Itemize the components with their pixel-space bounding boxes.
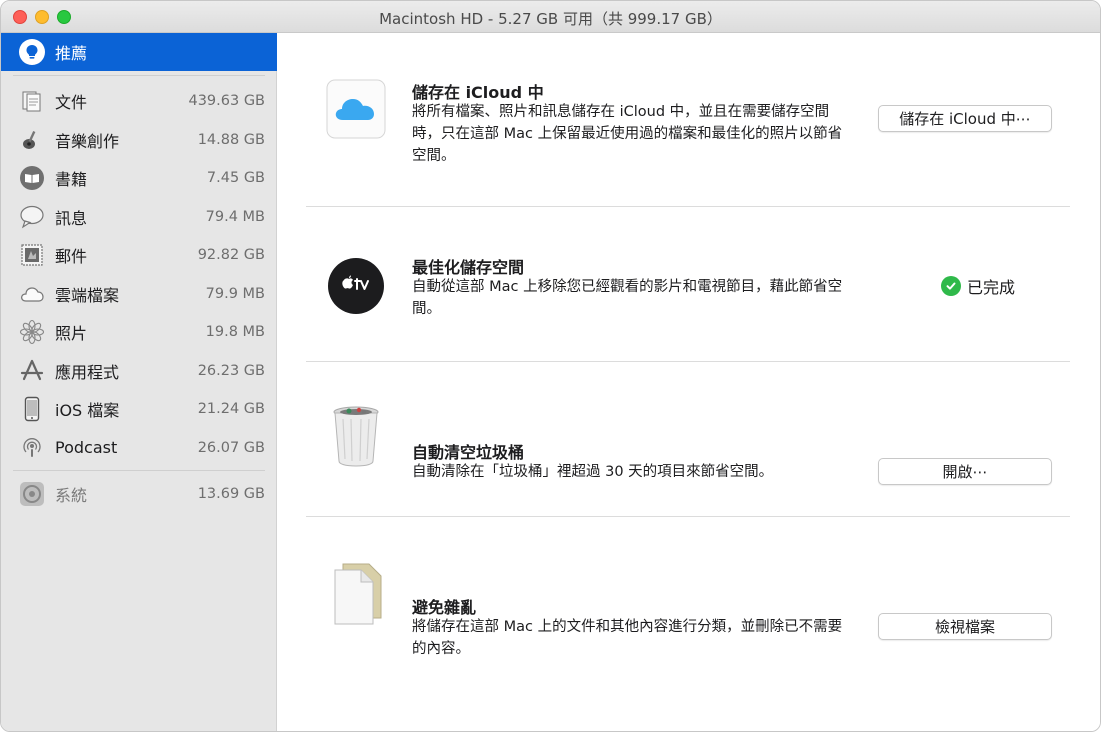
photos-flower-icon (19, 319, 45, 345)
review-files-button[interactable]: 檢視檔案 (878, 613, 1052, 640)
sidebar-item-label: 郵件 (55, 247, 88, 267)
sidebar: 推薦 文件 439.63 GB 音樂創作 14.88 GB 書籍 7.45 GB… (1, 33, 277, 731)
sidebar-item-label: 推薦 (55, 44, 88, 63)
book-icon (19, 165, 45, 191)
sidebar-item-mail[interactable]: 郵件 92.82 GB (1, 236, 277, 275)
sidebar-item-label: 音樂創作 (55, 131, 120, 151)
sidebar-item-messages[interactable]: 訊息 79.4 MB (1, 198, 277, 237)
row-divider (306, 516, 1070, 517)
sidebar-item-cloud-files[interactable]: 雲端檔案 79.9 MB (1, 275, 277, 314)
podcast-icon (19, 435, 45, 461)
recommendation-description: 將所有檔案、照片和訊息儲存在 iCloud 中，並且在需要儲存空間時，只在這部 … (412, 104, 843, 164)
sidebar-item-books[interactable]: 書籍 7.45 GB (1, 159, 277, 198)
lightbulb-icon (19, 39, 45, 65)
recommendations-pane: 儲存在 iCloud 中 將所有檔案、照片和訊息儲存在 iCloud 中，並且在… (278, 33, 1100, 731)
row-divider (306, 206, 1070, 207)
sidebar-item-size: 26.07 GB (197, 439, 265, 456)
documents-icon (19, 88, 45, 114)
sidebar-divider (13, 470, 265, 471)
sidebar-item-label: Podcast (55, 438, 118, 458)
window-title: Macintosh HD - 5.27 GB 可用（共 999.17 GB） (379, 10, 722, 28)
sidebar-item-label: iOS 檔案 (55, 401, 120, 421)
sidebar-item-label: 照片 (55, 324, 88, 344)
sidebar-item-size: 7.45 GB (206, 170, 265, 187)
sidebar-item-label: 書籍 (55, 170, 88, 190)
recommendation-title: 最佳化儲存空間 (412, 258, 525, 277)
sidebar-item-label: 系統 (55, 486, 88, 506)
sidebar-item-size: 19.8 MB (205, 324, 265, 341)
recommendation-description: 將儲存在這部 Mac 上的文件和其他內容進行分類，並刪除已不需要的內容。 (412, 619, 843, 657)
recommendation-title: 自動清空垃圾桶 (412, 443, 525, 462)
sidebar-divider (13, 75, 265, 76)
sidebar-item-size: 79.4 MB (205, 208, 265, 225)
sidebar-item-system[interactable]: 系統 13.69 GB (1, 475, 277, 514)
icloud-icon (326, 79, 386, 139)
title-bar: Macintosh HD - 5.27 GB 可用（共 999.17 GB） (1, 1, 1100, 33)
recommendation-description: 自動清除在「垃圾桶」裡超過 30 天的項目來節省空間。 (412, 464, 774, 480)
recommendation-reduce-clutter: 避免雜亂 將儲存在這部 Mac 上的文件和其他內容進行分類，並刪除已不需要的內容… (306, 528, 1070, 682)
sidebar-item-applications[interactable]: 應用程式 26.23 GB (1, 352, 277, 391)
trash-icon (326, 405, 386, 467)
cloud-icon (19, 281, 45, 307)
sidebar-item-photos[interactable]: 照片 19.8 MB (1, 313, 277, 352)
sidebar-item-size: 92.82 GB (197, 247, 265, 264)
sidebar-item-size: 13.69 GB (197, 486, 265, 503)
status-label: 已完成 (967, 278, 1016, 297)
recommendation-icloud: 儲存在 iCloud 中 將所有檔案、照片和訊息儲存在 iCloud 中，並且在… (306, 63, 1070, 217)
completed-status: 已完成 (941, 274, 1015, 298)
sidebar-item-music-creation[interactable]: 音樂創作 14.88 GB (1, 121, 277, 160)
app-store-icon (19, 358, 45, 384)
sidebar-item-label: 應用程式 (55, 362, 120, 382)
sidebar-item-size: 21.24 GB (197, 401, 265, 418)
messages-icon (19, 204, 45, 230)
sidebar-item-label: 文件 (55, 93, 88, 113)
storage-management-window: Macintosh HD - 5.27 GB 可用（共 999.17 GB） 推… (0, 0, 1101, 732)
recommendation-title: 儲存在 iCloud 中 (412, 83, 544, 102)
sidebar-categories: 文件 439.63 GB 音樂創作 14.88 GB 書籍 7.45 GB 訊息… (1, 82, 277, 467)
row-divider (306, 361, 1070, 362)
system-icon (19, 481, 45, 507)
sidebar-item-size: 26.23 GB (197, 362, 265, 379)
recommendation-title: 避免雜亂 (412, 598, 477, 617)
recommendation-optimize-storage: 最佳化儲存空間 自動從這部 Mac 上移除您已經觀看的影片和電視節目，藉此節省空… (306, 218, 1070, 372)
store-in-icloud-button[interactable]: 儲存在 iCloud 中⋯ (878, 105, 1052, 132)
sidebar-item-label: 雲端檔案 (55, 285, 120, 305)
guitar-icon (19, 127, 45, 153)
sidebar-item-recommendations[interactable]: 推薦 (1, 33, 277, 71)
sidebar-item-size: 439.63 GB (188, 93, 265, 110)
sidebar-item-size: 79.9 MB (205, 285, 265, 302)
recommendation-empty-trash: 自動清空垃圾桶 自動清除在「垃圾桶」裡超過 30 天的項目來節省空間。 開啟⋯ (306, 373, 1070, 527)
sidebar-item-documents[interactable]: 文件 439.63 GB (1, 82, 277, 121)
sidebar-item-podcast[interactable]: Podcast 26.07 GB (1, 429, 277, 468)
recommendation-description: 自動從這部 Mac 上移除您已經觀看的影片和電視節目，藉此節省空間。 (412, 279, 843, 317)
sidebar-item-label: 訊息 (55, 208, 88, 228)
sidebar-item-size: 14.88 GB (197, 131, 265, 148)
turn-on-button[interactable]: 開啟⋯ (878, 458, 1052, 485)
checkmark-icon (941, 276, 961, 296)
document-icon (326, 563, 386, 625)
sidebar-item-ios-files[interactable]: iOS 檔案 21.24 GB (1, 390, 277, 429)
iphone-icon (19, 396, 45, 422)
mail-stamp-icon (19, 242, 45, 268)
apple-tv-icon (326, 256, 386, 316)
